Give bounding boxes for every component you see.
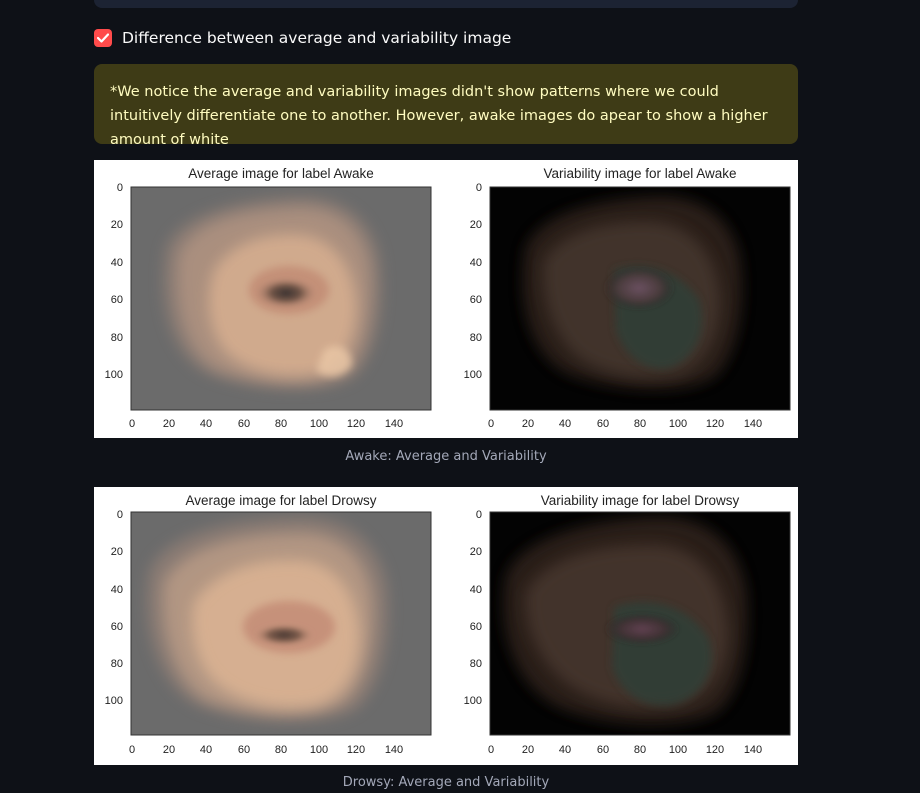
y-tick-label: 0	[117, 509, 123, 521]
y-tick-label: 60	[470, 294, 482, 306]
y-tick-label: 40	[470, 584, 482, 596]
x-tick-label: 100	[669, 744, 687, 756]
drowsy-figure-svg: Average image for label Drowsy 0 20 40 6…	[105, 493, 791, 756]
y-tick-label: 20	[111, 219, 123, 231]
y-tick-label: 40	[111, 584, 123, 596]
x-tick-label: 20	[163, 744, 175, 756]
y-tick-label: 100	[105, 695, 123, 707]
x-tick-label: 140	[385, 418, 403, 430]
drowsy-average-title: Average image for label Drowsy	[185, 493, 376, 508]
x-tick-label: 60	[238, 744, 250, 756]
y-tick-label: 80	[111, 658, 123, 670]
x-tick-label: 80	[275, 418, 287, 430]
y-tick-label: 60	[470, 621, 482, 633]
x-tick-label: 20	[522, 744, 534, 756]
x-tick-label: 120	[347, 418, 365, 430]
awake-variability-y-ticks: 0 20 40 60 80 100	[464, 182, 482, 381]
y-tick-label: 20	[111, 546, 123, 558]
x-tick-label: 0	[488, 744, 494, 756]
checkmark-icon	[97, 33, 109, 43]
y-tick-label: 40	[111, 257, 123, 269]
difference-checkbox-label: Difference between average and variabili…	[122, 29, 512, 47]
y-tick-label: 80	[111, 332, 123, 344]
x-tick-label: 40	[200, 744, 212, 756]
x-tick-label: 80	[275, 744, 287, 756]
x-tick-label: 100	[310, 744, 328, 756]
x-tick-label: 0	[129, 744, 135, 756]
y-tick-label: 20	[470, 546, 482, 558]
top-container	[94, 0, 798, 8]
drowsy-average-x-ticks: 0 20 40 60 80 100 120 140	[129, 744, 403, 756]
x-tick-label: 40	[200, 418, 212, 430]
awake-average-image	[131, 187, 431, 410]
x-tick-label: 120	[706, 418, 724, 430]
drowsy-variability-title: Variability image for label Drowsy	[541, 493, 740, 508]
drowsy-variability-image	[490, 512, 790, 735]
x-tick-label: 100	[669, 418, 687, 430]
x-tick-label: 60	[238, 418, 250, 430]
x-tick-label: 60	[597, 418, 609, 430]
x-tick-label: 80	[634, 744, 646, 756]
difference-checkbox-row[interactable]: Difference between average and variabili…	[94, 27, 511, 49]
observation-note: *We notice the average and variability i…	[94, 64, 798, 148]
x-tick-label: 0	[488, 418, 494, 430]
y-tick-label: 0	[476, 509, 482, 521]
y-tick-label: 40	[470, 257, 482, 269]
awake-figure-svg: Average image for label Awake 0 20 40 60…	[105, 166, 791, 430]
x-tick-label: 0	[129, 418, 135, 430]
awake-average-x-ticks: 0 20 40 60 80 100 120 140	[129, 418, 403, 430]
x-tick-label: 20	[163, 418, 175, 430]
drowsy-figure-caption: Drowsy: Average and Variability	[342, 775, 550, 790]
y-tick-label: 100	[464, 369, 482, 381]
awake-variability-image	[490, 187, 790, 410]
y-tick-label: 100	[105, 369, 123, 381]
drowsy-average-y-ticks: 0 20 40 60 80 100	[105, 509, 123, 707]
x-tick-label: 20	[522, 418, 534, 430]
y-tick-label: 60	[111, 294, 123, 306]
drowsy-figure: Average image for label Drowsy 0 20 40 6…	[94, 487, 798, 765]
y-tick-label: 0	[476, 182, 482, 194]
awake-figure: Average image for label Awake 0 20 40 60…	[94, 160, 798, 438]
y-tick-label: 20	[470, 219, 482, 231]
drowsy-variability-y-ticks: 0 20 40 60 80 100	[464, 509, 482, 707]
y-tick-label: 0	[117, 182, 123, 194]
awake-average-y-ticks: 0 20 40 60 80 100	[105, 182, 123, 381]
y-tick-label: 100	[464, 695, 482, 707]
drowsy-average-image	[131, 512, 431, 735]
x-tick-label: 100	[310, 418, 328, 430]
difference-checkbox[interactable]	[94, 29, 112, 47]
x-tick-label: 120	[347, 744, 365, 756]
awake-variability-title: Variability image for label Awake	[543, 166, 736, 181]
x-tick-label: 60	[597, 744, 609, 756]
x-tick-label: 40	[559, 418, 571, 430]
x-tick-label: 120	[706, 744, 724, 756]
awake-average-title: Average image for label Awake	[188, 166, 374, 181]
y-tick-label: 80	[470, 332, 482, 344]
awake-variability-x-ticks: 0 20 40 60 80 100 120 140	[488, 418, 762, 430]
awake-figure-caption: Awake: Average and Variability	[345, 449, 547, 464]
y-tick-label: 80	[470, 658, 482, 670]
x-tick-label: 40	[559, 744, 571, 756]
y-tick-label: 60	[111, 621, 123, 633]
x-tick-label: 80	[634, 418, 646, 430]
x-tick-label: 140	[744, 744, 762, 756]
x-tick-label: 140	[744, 418, 762, 430]
x-tick-label: 140	[385, 744, 403, 756]
drowsy-variability-x-ticks: 0 20 40 60 80 100 120 140	[488, 744, 762, 756]
